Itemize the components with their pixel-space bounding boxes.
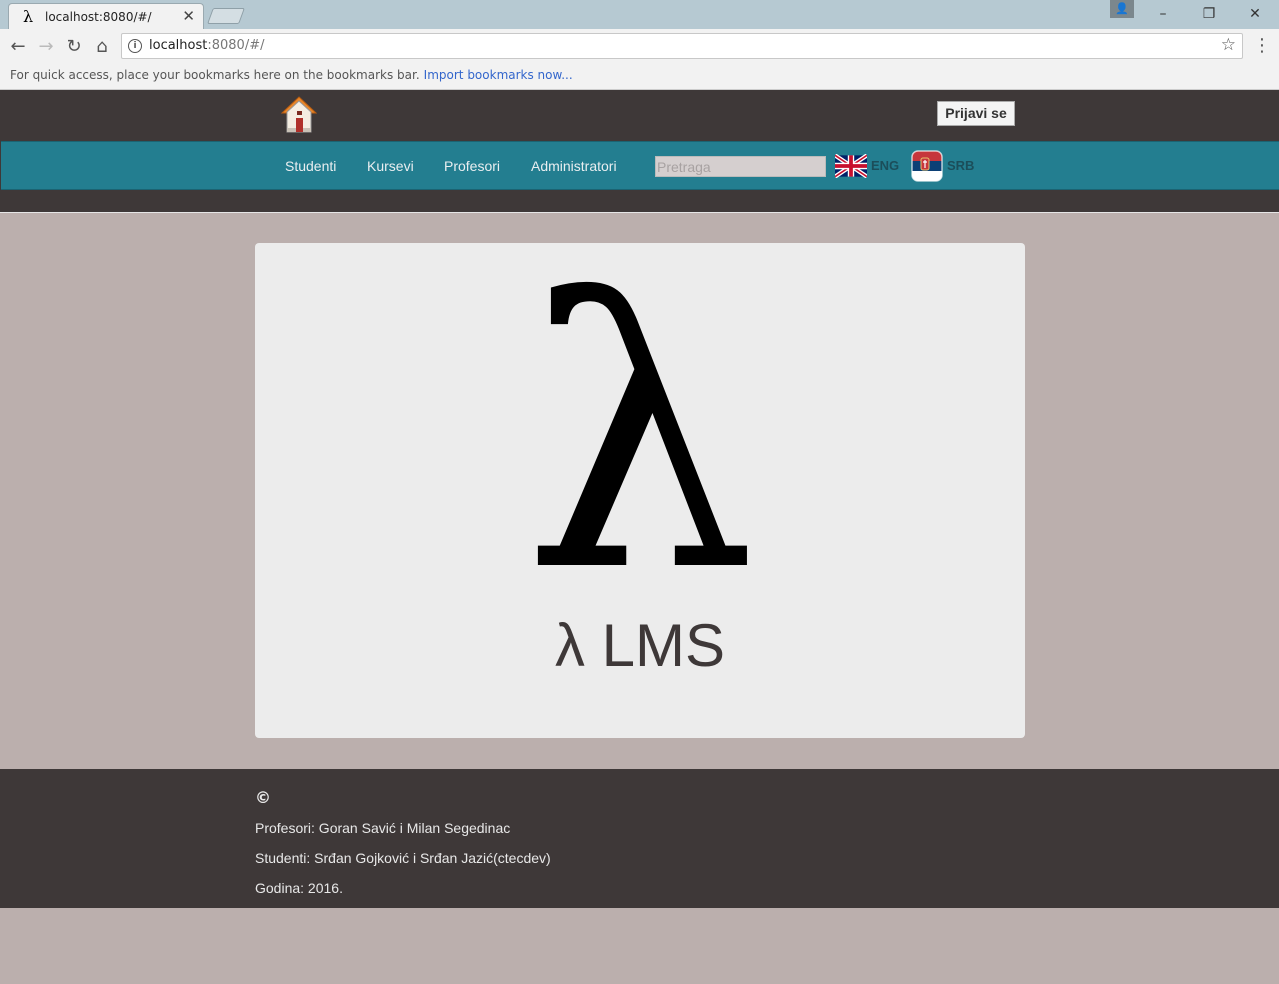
footer-students: Studenti: Srđan Gojković i Srđan Jazić(c… [255, 850, 551, 866]
bookmark-star-icon[interactable]: ☆ [1221, 35, 1236, 55]
url-text: localhost:8080/#/ [149, 38, 265, 53]
lang-eng[interactable]: ENG [871, 158, 899, 173]
footer-year: Godina: 2016. [255, 880, 343, 896]
search-input[interactable] [655, 156, 826, 177]
hero-card: λ λ LMS [255, 243, 1025, 738]
tab-title: localhost:8080/#/ [45, 10, 152, 24]
reload-icon[interactable]: ↻ [62, 35, 86, 59]
lambda-favicon-icon: λ [23, 7, 34, 26]
main-navbar: Studenti Kursevi Profesori Administrator… [1, 141, 1279, 190]
copyright-icon: © [255, 788, 271, 807]
login-button[interactable]: Prijavi se [937, 101, 1015, 126]
home-browser-icon[interactable]: ⌂ [90, 35, 114, 59]
header-divider [0, 212, 1279, 213]
lambda-logo: λ [522, 223, 758, 653]
nav-administratori[interactable]: Administratori [531, 158, 617, 174]
bookmarks-bar: For quick access, place your bookmarks h… [0, 66, 1279, 90]
uk-flag-icon[interactable] [835, 154, 867, 178]
browser-tab-bar: λ localhost:8080/#/ ✕ 👤 – ❐ ✕ [0, 0, 1279, 29]
serbia-flag-icon[interactable] [911, 150, 943, 182]
new-tab-button[interactable] [207, 8, 245, 24]
close-window-icon[interactable]: ✕ [1232, 0, 1278, 28]
restore-icon[interactable]: ❐ [1186, 0, 1232, 28]
browser-toolbar: ← → ↻ ⌂ i localhost:8080/#/ ☆ ⋮ [0, 29, 1279, 66]
minimize-icon[interactable]: – [1140, 0, 1186, 28]
nav-kursevi[interactable]: Kursevi [367, 158, 414, 174]
footer-professors: Profesori: Goran Savić i Milan Segedinac [255, 820, 511, 836]
nav-profesori[interactable]: Profesori [444, 158, 500, 174]
bookmarks-hint: For quick access, place your bookmarks h… [10, 68, 573, 82]
site-footer: © Profesori: Goran Savić i Milan Segedin… [0, 769, 1279, 908]
back-icon[interactable]: ← [6, 35, 30, 59]
address-bar[interactable]: i localhost:8080/#/ ☆ [121, 33, 1243, 59]
logo-text: λ LMS [554, 612, 726, 679]
info-icon[interactable]: i [128, 39, 142, 53]
browser-tab[interactable]: λ localhost:8080/#/ ✕ [8, 3, 204, 29]
forward-icon[interactable]: → [34, 35, 58, 59]
profile-icon[interactable]: 👤 [1110, 0, 1134, 18]
close-tab-icon[interactable]: ✕ [182, 7, 195, 25]
import-bookmarks-link[interactable]: Import bookmarks now... [424, 68, 573, 82]
browser-menu-icon[interactable]: ⋮ [1253, 35, 1271, 56]
home-icon[interactable] [281, 96, 317, 134]
lang-srb[interactable]: SRB [947, 158, 974, 173]
nav-studenti[interactable]: Studenti [285, 158, 336, 174]
